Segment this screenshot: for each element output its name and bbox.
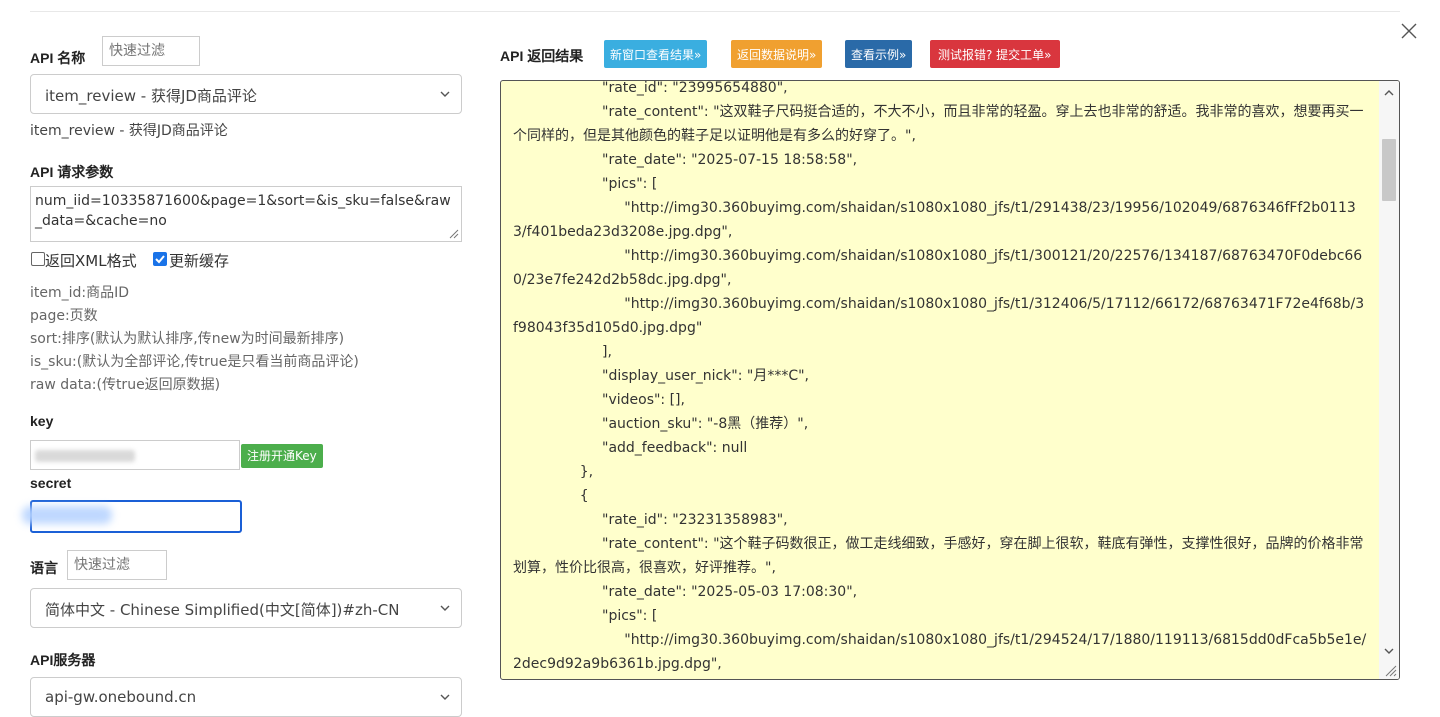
redacted-secret [22,506,112,524]
scroll-up-icon[interactable] [1383,87,1395,99]
api-name-filter-input[interactable] [102,36,200,66]
close-icon[interactable] [1398,20,1420,42]
register-key-button[interactable]: 注册开通Key [241,444,323,468]
api-result-textarea[interactable]: "rate_id": "23995654880", "rate_content"… [500,80,1400,680]
scrollbar[interactable] [1379,81,1399,679]
scroll-down-icon[interactable] [1383,645,1395,657]
language-select[interactable]: 简体中文 - Chinese Simplified(中文[简体])#zh-CN [30,588,462,628]
param-note: is_sku:(默认为全部评论,传true是只看当前商品评论) [30,354,359,370]
xml-format-label: 返回XML格式 [45,252,137,270]
api-result-label: API 返回结果 [500,48,584,64]
api-name-label: API 名称 [30,50,86,66]
chevron-down-icon [440,605,450,611]
request-params-label: API 请求参数 [30,164,114,180]
param-note: page:页数 [30,308,98,324]
api-name-description: item_review - 获得JD商品评论 [30,123,228,139]
scrollbar-thumb[interactable] [1382,139,1396,201]
language-selected: 简体中文 - Chinese Simplified(中文[简体])#zh-CN [45,601,400,619]
resize-handle-icon[interactable] [449,229,459,239]
language-filter-input[interactable] [67,550,167,580]
top-divider [30,11,1400,12]
chevron-down-icon [440,694,450,700]
resize-handle-icon[interactable] [1385,665,1397,677]
param-note: raw data:(传true返回原数据) [30,377,221,393]
request-params-value: num_iid=10335871600&page=1&sort=&is_sku=… [35,193,451,229]
submit-ticket-button[interactable]: 测试报错? 提交工单» [930,40,1060,68]
secret-input[interactable] [22,500,242,533]
key-input[interactable] [30,440,240,470]
chevron-down-icon [440,91,450,97]
redacted-key [35,450,135,462]
data-description-button[interactable]: 返回数据说明» [731,40,823,68]
server-select[interactable]: api-gw.onebound.cn [30,677,462,717]
open-new-window-button[interactable]: 新窗口查看结果» [604,40,708,68]
refresh-cache-label: 更新缓存 [169,252,230,270]
key-label: key [30,413,54,429]
api-name-selected: item_review - 获得JD商品评论 [45,87,257,105]
refresh-cache-checkbox[interactable] [153,252,167,266]
param-note: sort:排序(默认为默认排序,传new为时间最新排序) [30,331,345,347]
secret-label: secret [30,475,72,491]
server-selected: api-gw.onebound.cn [45,688,197,706]
language-label: 语言 [30,560,58,576]
view-example-button[interactable]: 查看示例» [845,40,913,68]
param-note: item_id:商品ID [30,285,130,301]
api-result-content: "rate_id": "23995654880", "rate_content"… [513,80,1367,672]
api-name-select[interactable]: item_review - 获得JD商品评论 [30,74,462,114]
server-label: API服务器 [30,652,96,668]
request-params-textarea[interactable]: num_iid=10335871600&page=1&sort=&is_sku=… [30,186,462,242]
check-icon [155,255,165,264]
xml-format-checkbox[interactable] [31,252,45,266]
